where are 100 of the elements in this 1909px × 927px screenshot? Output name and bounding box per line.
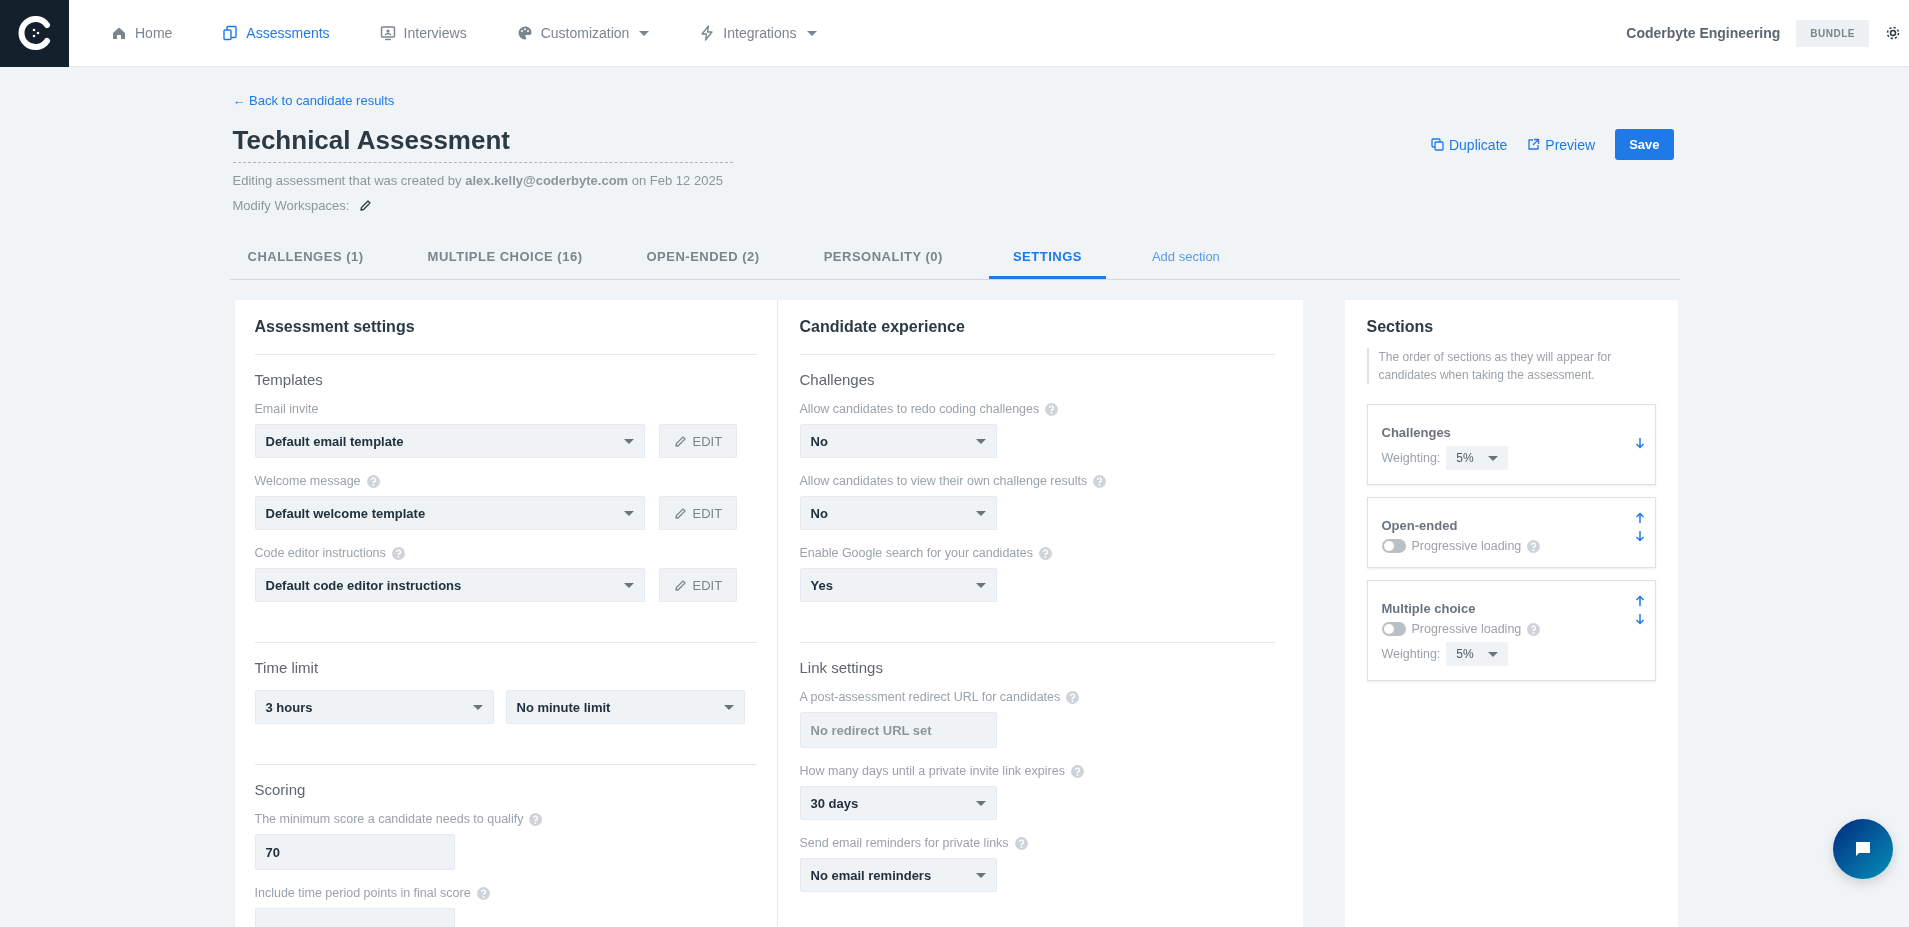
caret-icon (472, 704, 483, 710)
help-icon[interactable] (1045, 402, 1059, 416)
help-icon[interactable] (1093, 474, 1107, 488)
help-icon[interactable] (1039, 546, 1052, 560)
dropdown[interactable]: No minute limit (505, 690, 745, 724)
sections-description: The order of sections as they will appear for candidates when taking the assessment. (1366, 348, 1656, 384)
preview-link[interactable]: Preview (1527, 136, 1596, 153)
help-icon[interactable] (391, 546, 405, 560)
panel-title: Sections (1366, 318, 1435, 336)
nav-link[interactable]: Interviews (379, 25, 467, 41)
caret-icon (975, 510, 986, 516)
dropdown-value: 5% (1456, 647, 1474, 661)
help-icon[interactable] (1066, 690, 1080, 704)
field-label: How many days until a private invite link expires (799, 764, 1065, 778)
input-field[interactable]: No redirect URL set (799, 712, 997, 748)
caret-icon (723, 704, 734, 710)
dropdown-value: Yes (810, 577, 833, 593)
edit-button[interactable]: EDIT (658, 496, 738, 530)
weighting-dropdown[interactable]: 5% (1446, 642, 1508, 666)
panel-title: Candidate experience (799, 318, 1275, 355)
dropdown-value: Default email template (265, 433, 404, 449)
pencil-icon (673, 578, 687, 592)
help-icon[interactable] (529, 812, 543, 826)
nav-link[interactable]: Integrations (699, 25, 817, 41)
tab[interactable]: OPEN-ENDED (2) (628, 249, 778, 279)
nav-link[interactable]: Customization (516, 25, 650, 41)
add-section-link[interactable]: Add section (1133, 249, 1238, 279)
caret-icon (623, 438, 634, 444)
caret-icon (975, 872, 986, 878)
panel-title: Assessment settings (254, 318, 757, 355)
field-label: Welcome message (254, 474, 361, 488)
help-icon[interactable] (1070, 764, 1084, 778)
arrow-down-icon[interactable] (1634, 530, 1645, 542)
home-icon (111, 25, 127, 41)
caret-icon (806, 30, 817, 36)
dropdown[interactable]: Default code editor instructions (254, 568, 645, 602)
caret-icon (1487, 455, 1498, 461)
tab[interactable]: MULTIPLE CHOICE (16) (409, 249, 601, 279)
weighting-label: Weighting: (1381, 451, 1441, 465)
assessment-info: Editing assessment that was created by alex.kelly@coderbyte.com on Feb 12 2025 (232, 173, 724, 188)
dropdown[interactable]: Yes (799, 568, 997, 602)
caret-icon (975, 582, 986, 588)
group-heading: Scoring (254, 781, 307, 798)
field-label: Enable Google search for your candidates (799, 546, 1033, 560)
arrow-up-icon[interactable] (1634, 595, 1645, 607)
group-heading: Time limit (254, 659, 320, 676)
tab[interactable]: CHALLENGES (1) (229, 249, 382, 279)
external-link-icon (1527, 138, 1541, 151)
chat-button[interactable] (1833, 819, 1893, 879)
field-label: Email invite (254, 402, 319, 416)
caret-icon (623, 582, 634, 588)
duplicate-link[interactable]: Duplicate (1430, 136, 1508, 153)
field-label: The minimum score a candidate needs to qualify (254, 812, 524, 826)
weighting-label: Weighting: (1381, 647, 1441, 661)
dropdown[interactable]: 30 days (799, 786, 997, 820)
pencil-icon (673, 506, 687, 520)
toggle-switch[interactable] (1381, 622, 1406, 636)
field-label: Code editor instructions (254, 546, 386, 560)
help-icon[interactable] (1527, 539, 1541, 553)
tab[interactable]: SETTINGS (988, 249, 1106, 279)
edit-button[interactable]: EDIT (658, 568, 738, 602)
dropdown[interactable]: No email reminders (799, 858, 997, 892)
dropdown[interactable]: 3 hours (254, 690, 494, 724)
caret-icon (1487, 651, 1498, 657)
assessment-title: Technical Assessment (232, 125, 733, 163)
field-label: Send email reminders for private links (799, 836, 1009, 850)
document-icon (222, 25, 239, 41)
help-icon[interactable] (1014, 836, 1028, 850)
edit-button[interactable]: EDIT (658, 424, 738, 458)
arrow-down-icon[interactable] (1634, 613, 1645, 625)
dropdown[interactable]: Default email template (254, 424, 645, 458)
caret-icon (975, 800, 986, 806)
field-label: Allow candidates to redo coding challenges (799, 402, 1040, 416)
dropdown[interactable]: No (799, 496, 997, 530)
palette-icon (516, 25, 533, 41)
help-icon[interactable] (476, 886, 490, 900)
dropdown[interactable]: No (799, 424, 997, 458)
dropdown-value: 30 days (810, 795, 859, 811)
weighting-dropdown[interactable]: 5% (1446, 446, 1508, 470)
pencil-icon (673, 434, 687, 448)
toggle-label: Progressive loading (1411, 539, 1522, 553)
arrow-up-icon[interactable] (1634, 512, 1645, 524)
back-link[interactable]: ← Back to candidate results (232, 93, 395, 108)
input-field[interactable]: 70 (254, 834, 455, 870)
tab[interactable]: PERSONALITY (0) (805, 249, 961, 279)
dropdown-value: No (810, 505, 828, 521)
field-label: Allow candidates to view their own challenge results (799, 474, 1088, 488)
edit-icon[interactable] (359, 199, 373, 212)
nav-link[interactable]: Assessments (222, 25, 330, 41)
group-heading: Link settings (799, 659, 884, 676)
caret-icon (639, 30, 650, 36)
monitor-icon (379, 25, 396, 41)
nav-link[interactable]: Home (111, 25, 173, 41)
help-icon[interactable] (1527, 622, 1541, 636)
arrow-down-icon[interactable] (1634, 437, 1645, 449)
help-icon[interactable] (366, 474, 380, 488)
toggle-switch[interactable] (1381, 539, 1406, 553)
save-button[interactable]: Save (1615, 129, 1674, 160)
copy-icon (1430, 138, 1444, 151)
dropdown[interactable]: Default welcome template (254, 496, 645, 530)
